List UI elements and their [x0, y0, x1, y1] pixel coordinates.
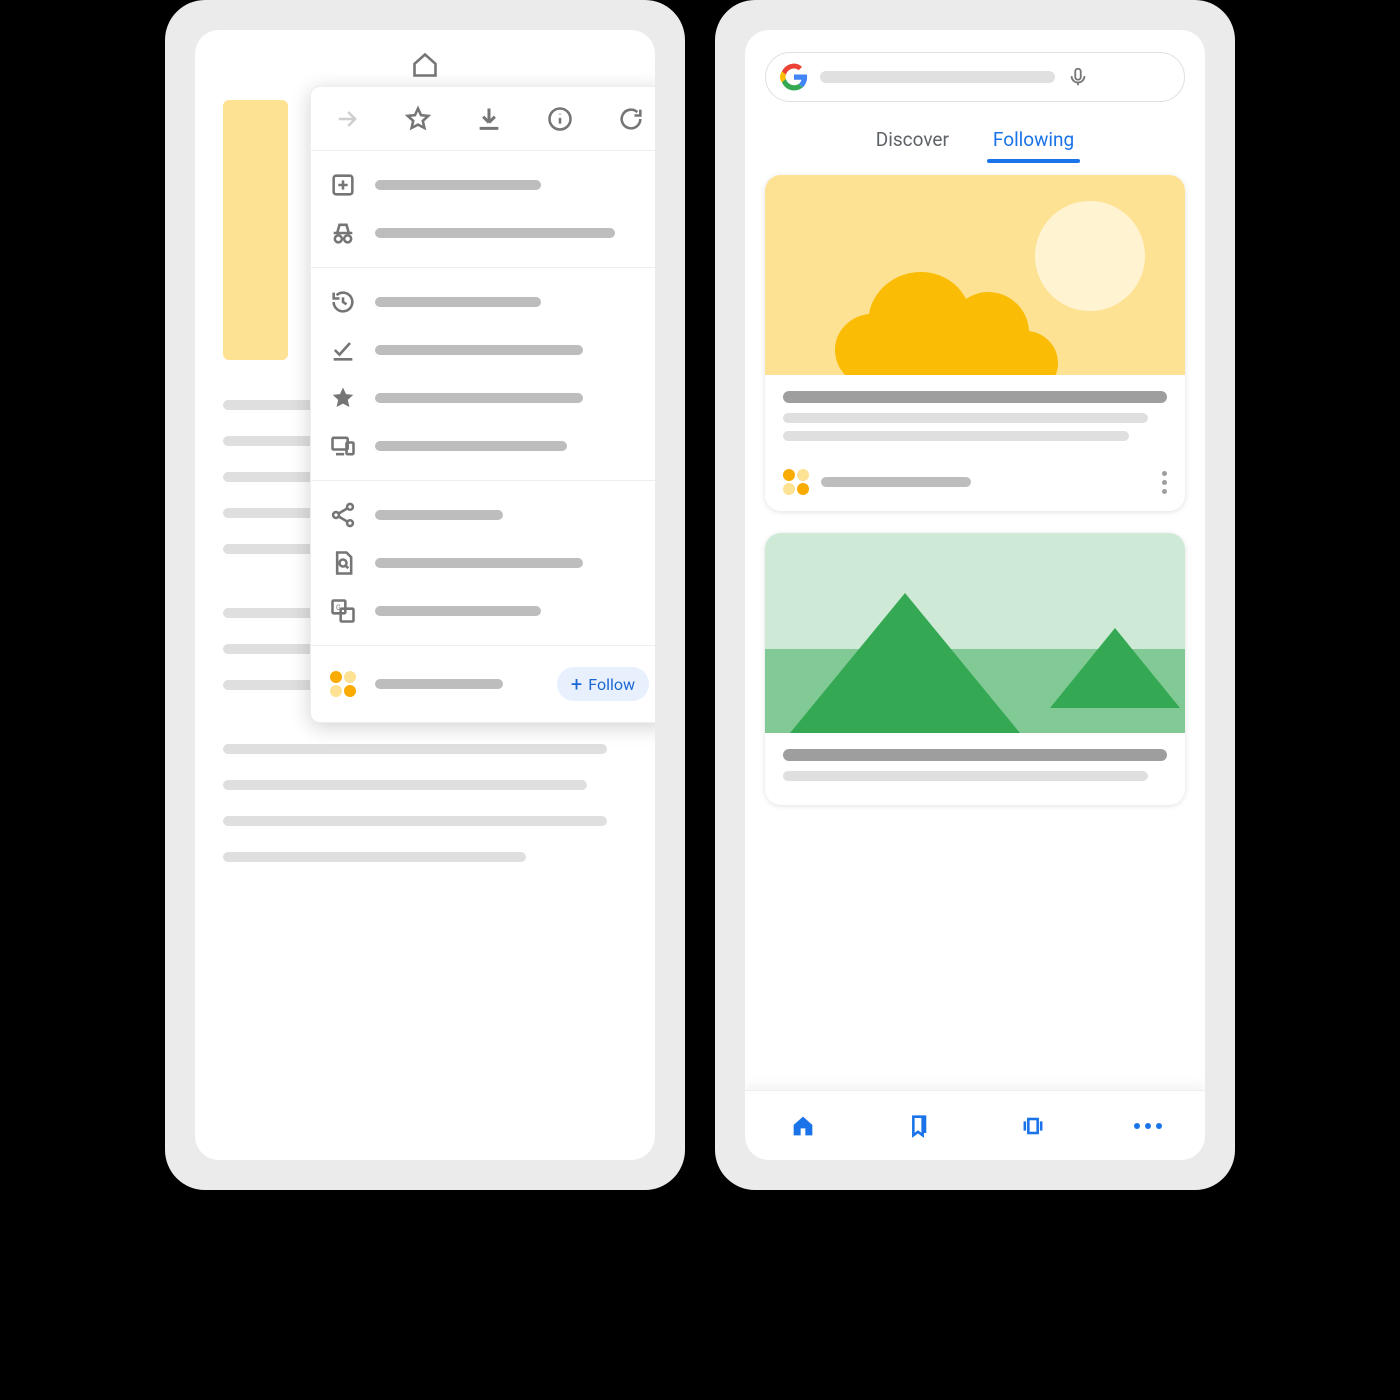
- menu-item-follow[interactable]: + Follow: [311, 656, 655, 712]
- feed-card[interactable]: [765, 533, 1185, 805]
- menu-item-recent-tabs[interactable]: [311, 422, 655, 470]
- incognito-icon: [329, 219, 357, 247]
- download-icon[interactable]: [453, 87, 524, 150]
- overflow-menu: G + Follow: [310, 86, 655, 723]
- follow-button[interactable]: + Follow: [557, 667, 649, 701]
- feed-card[interactable]: [765, 175, 1185, 511]
- feed-tabs: Discover Following: [745, 118, 1205, 161]
- info-icon[interactable]: [525, 87, 596, 150]
- menu-item-label: [375, 180, 541, 190]
- refresh-icon[interactable]: [596, 87, 655, 150]
- card-source: [821, 477, 971, 487]
- svg-text:G: G: [336, 604, 341, 612]
- new-tab-icon: [329, 171, 357, 199]
- share-icon: [329, 501, 357, 529]
- menu-item-label: [375, 441, 567, 451]
- tab-discover[interactable]: Discover: [874, 118, 951, 161]
- menu-item-label: [375, 297, 541, 307]
- star-icon[interactable]: [382, 87, 453, 150]
- menu-item-translate[interactable]: G: [311, 587, 655, 635]
- card-image: [765, 175, 1185, 375]
- menu-item-new-tab[interactable]: [311, 161, 655, 209]
- phone-feed: Discover Following: [715, 0, 1235, 1190]
- follow-label: Follow: [588, 675, 635, 694]
- menu-item-share[interactable]: [311, 491, 655, 539]
- menu-item-label: [375, 679, 503, 689]
- menu-item-incognito[interactable]: [311, 209, 655, 257]
- plus-icon: +: [571, 674, 582, 694]
- bottom-nav: [745, 1090, 1205, 1160]
- feed[interactable]: [745, 161, 1205, 1090]
- menu-item-history[interactable]: [311, 278, 655, 326]
- site-dots-icon: [329, 671, 357, 697]
- google-logo-icon: [780, 63, 808, 91]
- menu-item-label: [375, 606, 541, 616]
- card-image: [765, 533, 1185, 733]
- card-more-icon[interactable]: [1162, 471, 1167, 494]
- phone-chrome-menu: G + Follow: [165, 0, 685, 1190]
- search-bar[interactable]: [765, 52, 1185, 102]
- translate-icon: G: [329, 597, 357, 625]
- menu-item-label: [375, 393, 583, 403]
- menu-item-bookmarks[interactable]: [311, 374, 655, 422]
- menu-item-label: [375, 228, 615, 238]
- forward-icon[interactable]: [311, 87, 382, 150]
- search-placeholder: [820, 71, 1055, 83]
- find-in-page-icon: [329, 549, 357, 577]
- menu-item-label: [375, 510, 503, 520]
- menu-item-downloads[interactable]: [311, 326, 655, 374]
- nav-more-icon[interactable]: [1090, 1091, 1205, 1160]
- history-icon: [329, 288, 357, 316]
- star-filled-icon: [329, 384, 357, 412]
- check-icon: [329, 336, 357, 364]
- menu-item-label: [375, 558, 583, 568]
- nav-bookmarks-icon[interactable]: [860, 1091, 975, 1160]
- home-icon[interactable]: [195, 51, 655, 79]
- tab-following[interactable]: Following: [991, 118, 1076, 161]
- nav-tabs-icon[interactable]: [975, 1091, 1090, 1160]
- devices-icon: [329, 432, 357, 460]
- menu-item-find[interactable]: [311, 539, 655, 587]
- nav-home-icon[interactable]: [745, 1091, 860, 1160]
- menu-item-label: [375, 345, 583, 355]
- mic-icon[interactable]: [1067, 66, 1089, 88]
- site-dots-icon: [783, 469, 809, 495]
